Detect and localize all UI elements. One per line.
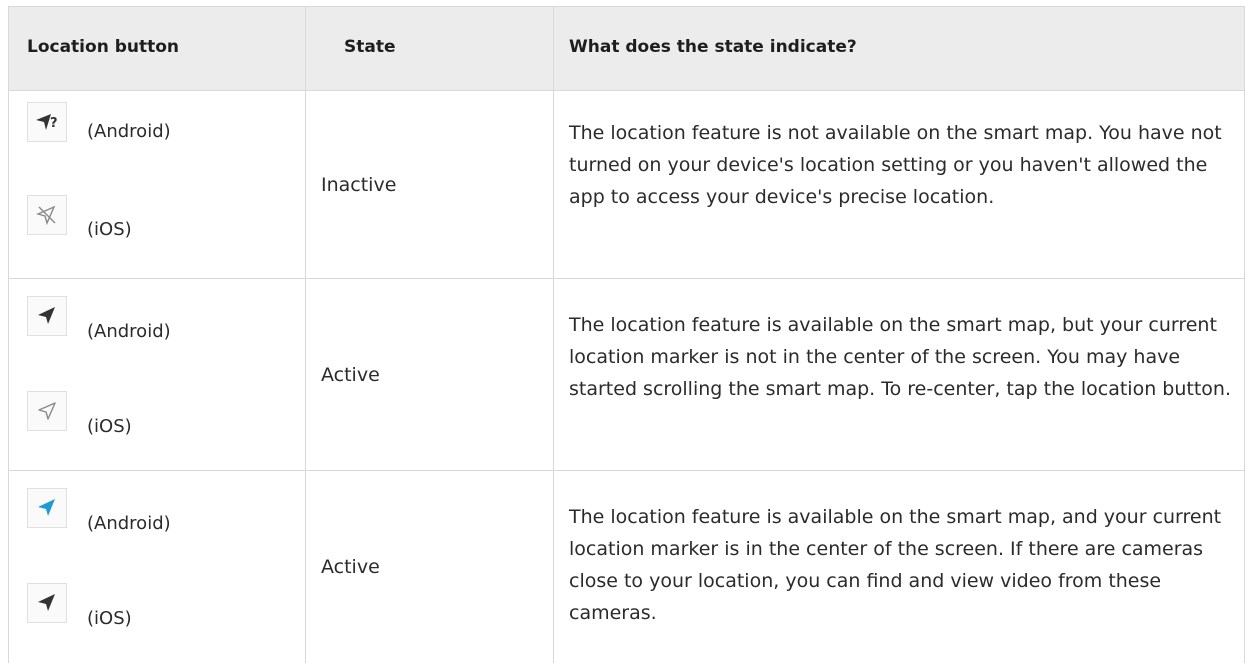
table-header-row: Location button State What does the stat… bbox=[8, 6, 1245, 91]
table-row: ? (Android) (iOS) Inactive The location … bbox=[8, 90, 1245, 279]
table-border bbox=[1244, 7, 1245, 91]
platform-label-ios: (iOS) bbox=[87, 416, 132, 437]
location-crossed-icon bbox=[27, 195, 67, 235]
platform-label-android: (Android) bbox=[87, 321, 171, 342]
table-border bbox=[1244, 471, 1245, 663]
table-border bbox=[8, 7, 9, 91]
table-border bbox=[8, 91, 9, 279]
column-divider bbox=[553, 7, 554, 91]
table-border bbox=[8, 279, 9, 471]
location-disabled-question-icon: ? bbox=[27, 102, 67, 142]
column-divider bbox=[305, 7, 306, 91]
state-description: The location feature is available on the… bbox=[569, 506, 1222, 624]
state-description: The location feature is not available on… bbox=[569, 122, 1222, 208]
location-button-table: Location button State What does the stat… bbox=[8, 6, 1245, 663]
column-divider bbox=[305, 279, 306, 471]
location-arrow-filled-dark-icon bbox=[27, 583, 67, 623]
platform-label-ios: (iOS) bbox=[87, 608, 132, 629]
svg-text:?: ? bbox=[50, 116, 58, 131]
table-border bbox=[8, 471, 9, 663]
header-location-button: Location button bbox=[27, 37, 180, 57]
state-value: Active bbox=[321, 364, 380, 386]
location-arrow-filled-dark-icon bbox=[27, 296, 67, 336]
location-arrow-filled-blue-icon bbox=[27, 488, 67, 528]
table-border bbox=[1244, 279, 1245, 471]
column-divider bbox=[553, 91, 554, 279]
state-value: Inactive bbox=[321, 174, 397, 196]
column-divider bbox=[553, 471, 554, 663]
platform-label-android: (Android) bbox=[87, 121, 171, 142]
table-border bbox=[1244, 91, 1245, 279]
table-row: (Android) (iOS) Active The location feat… bbox=[8, 470, 1245, 663]
table-row: (Android) (iOS) Active The location feat… bbox=[8, 278, 1245, 471]
column-divider bbox=[305, 91, 306, 279]
column-divider bbox=[553, 279, 554, 471]
header-state: State bbox=[344, 37, 396, 57]
column-divider bbox=[305, 471, 306, 663]
header-meaning: What does the state indicate? bbox=[569, 37, 857, 57]
state-value: Active bbox=[321, 556, 380, 578]
platform-label-ios: (iOS) bbox=[87, 219, 132, 240]
state-description: The location feature is available on the… bbox=[569, 314, 1231, 400]
location-arrow-outline-icon bbox=[27, 391, 67, 431]
platform-label-android: (Android) bbox=[87, 513, 171, 534]
